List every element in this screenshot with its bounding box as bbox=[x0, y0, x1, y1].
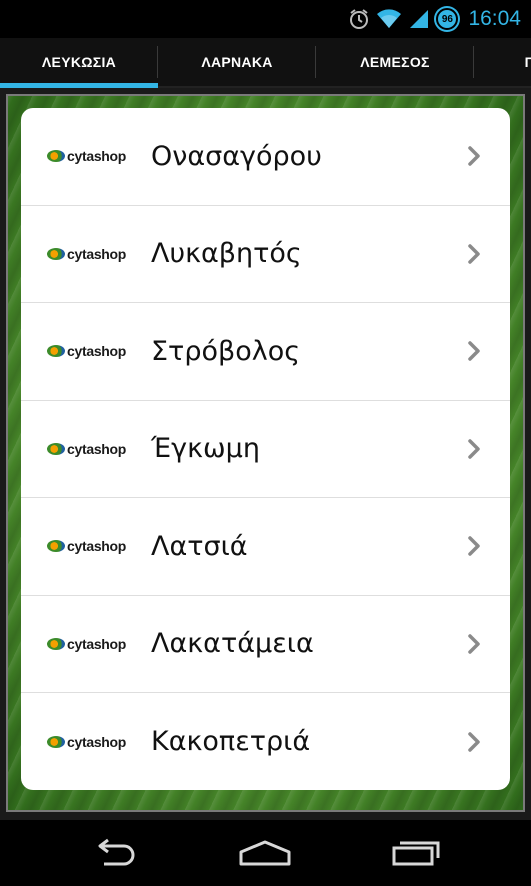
cytashop-mark-icon bbox=[47, 442, 65, 455]
store-name: Λυκαβητός bbox=[151, 238, 302, 270]
alarm-icon bbox=[348, 8, 370, 30]
clock: 16:04 bbox=[468, 7, 521, 30]
cytashop-logo: cytashop bbox=[47, 538, 126, 554]
wifi-icon bbox=[376, 8, 402, 30]
cytashop-mark-icon bbox=[47, 735, 65, 748]
tab-lemesos[interactable]: ΛΕΜΕΣΟΣ bbox=[316, 38, 474, 86]
logo-text: cytashop bbox=[67, 440, 127, 457]
cytashop-logo: cytashop bbox=[47, 343, 126, 359]
store-name: Ονασαγόρου bbox=[151, 140, 322, 172]
tab-label: ΛΕΜΕΣΟΣ bbox=[360, 54, 430, 70]
signal-icon bbox=[408, 8, 430, 30]
list-item[interactable]: cytashop Λακατάμεια bbox=[21, 596, 510, 693]
chevron-right-icon bbox=[468, 146, 480, 166]
logo-text: cytashop bbox=[67, 538, 127, 555]
tab-bar: ΛΕΥΚΩΣΙΑ ΛΑΡΝΑΚΑ ΛΕΜΕΣΟΣ Π bbox=[0, 38, 531, 88]
logo-text: cytashop bbox=[67, 635, 127, 652]
tab-pafos[interactable]: Π bbox=[474, 38, 531, 86]
tab-label: ΛΑΡΝΑΚΑ bbox=[201, 54, 273, 70]
chevron-right-icon bbox=[468, 244, 480, 264]
back-icon bbox=[98, 838, 135, 866]
list-item[interactable]: cytashop Στρόβολος bbox=[21, 303, 510, 401]
tab-label: Π bbox=[524, 54, 531, 70]
store-name: Κακοπετριά bbox=[151, 726, 311, 758]
home-button[interactable] bbox=[235, 833, 295, 873]
recent-apps-button[interactable] bbox=[386, 833, 446, 873]
chevron-right-icon bbox=[468, 536, 480, 556]
cytashop-logo: cytashop bbox=[47, 246, 126, 262]
cytashop-logo: cytashop bbox=[47, 636, 126, 652]
logo-text: cytashop bbox=[67, 148, 127, 165]
cytashop-logo: cytashop bbox=[47, 148, 126, 164]
tab-lefkosia[interactable]: ΛΕΥΚΩΣΙΑ bbox=[0, 38, 158, 88]
store-name: Έγκωμη bbox=[151, 433, 260, 465]
store-name: Λατσιά bbox=[151, 530, 248, 562]
logo-text: cytashop bbox=[67, 343, 127, 360]
store-name: Λακατάμεια bbox=[151, 628, 314, 660]
back-button[interactable] bbox=[85, 833, 145, 873]
logo-text: cytashop bbox=[67, 733, 127, 750]
chevron-right-icon bbox=[468, 341, 480, 361]
list-item[interactable]: cytashop Ονασαγόρου bbox=[21, 108, 510, 206]
cytashop-mark-icon bbox=[47, 540, 65, 553]
battery-icon: 96 bbox=[436, 8, 459, 30]
recent-apps-icon bbox=[392, 841, 440, 866]
list-item[interactable]: cytashop Έγκωμη bbox=[21, 401, 510, 498]
cytashop-logo: cytashop bbox=[47, 734, 126, 750]
logo-text: cytashop bbox=[67, 245, 127, 262]
status-bar: 96 16:04 bbox=[0, 0, 531, 38]
chevron-right-icon bbox=[468, 634, 480, 654]
cytashop-mark-icon bbox=[47, 247, 65, 260]
list-item[interactable]: cytashop Λυκαβητός bbox=[21, 206, 510, 303]
cytashop-logo: cytashop bbox=[47, 441, 126, 457]
tab-larnaka[interactable]: ΛΑΡΝΑΚΑ bbox=[158, 38, 316, 86]
list-item[interactable]: cytashop Λατσιά bbox=[21, 498, 510, 596]
battery-level: 96 bbox=[441, 13, 453, 25]
navigation-bar bbox=[0, 820, 531, 886]
cytashop-mark-icon bbox=[47, 345, 65, 358]
store-list: cytashop Ονασαγόρου cytashop Λυκαβητός c… bbox=[21, 108, 510, 790]
cytashop-mark-icon bbox=[47, 637, 65, 650]
chevron-right-icon bbox=[468, 439, 480, 459]
home-icon bbox=[239, 840, 291, 866]
tab-label: ΛΕΥΚΩΣΙΑ bbox=[41, 54, 117, 70]
list-item[interactable]: cytashop Κακοπετριά bbox=[21, 693, 510, 790]
chevron-right-icon bbox=[468, 732, 480, 752]
cytashop-mark-icon bbox=[47, 150, 65, 163]
store-name: Στρόβολος bbox=[151, 335, 301, 367]
